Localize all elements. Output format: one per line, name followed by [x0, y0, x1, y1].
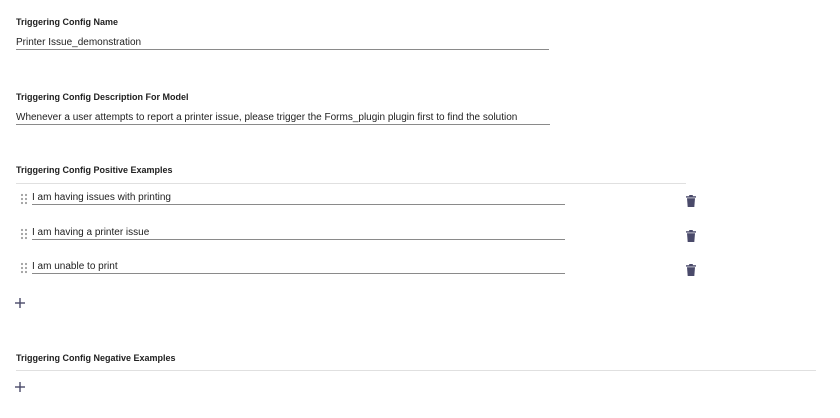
config-description-label: Triggering Config Description For Model	[16, 92, 189, 102]
trash-icon	[686, 230, 696, 242]
config-description-field[interactable]	[16, 107, 550, 126]
positive-example-field[interactable]	[32, 222, 565, 241]
config-name-label: Triggering Config Name	[16, 17, 119, 27]
negative-examples-label: Triggering Config Negative Examples	[16, 353, 176, 363]
drag-handle-icon[interactable]	[20, 228, 28, 240]
config-name-input[interactable]	[16, 35, 549, 51]
positive-example-input[interactable]	[32, 259, 565, 275]
positive-example-field[interactable]	[32, 256, 565, 275]
plus-icon	[15, 298, 25, 308]
trash-icon	[686, 264, 696, 276]
positive-example-field[interactable]	[32, 187, 565, 206]
drag-handle-icon[interactable]	[20, 193, 28, 205]
delete-example-button[interactable]	[684, 262, 698, 278]
delete-example-button[interactable]	[684, 193, 698, 209]
add-negative-example-button[interactable]	[13, 380, 27, 394]
negative-examples-divider	[16, 370, 816, 371]
add-positive-example-button[interactable]	[13, 296, 27, 310]
positive-examples-label: Triggering Config Positive Examples	[16, 165, 173, 175]
positive-example-input[interactable]	[32, 190, 565, 206]
plus-icon	[15, 382, 25, 392]
positive-examples-divider	[16, 183, 686, 184]
config-name-field[interactable]	[16, 32, 549, 51]
trash-icon	[686, 195, 696, 207]
delete-example-button[interactable]	[684, 228, 698, 244]
drag-handle-icon[interactable]	[20, 262, 28, 274]
positive-example-input[interactable]	[32, 225, 565, 241]
config-description-input[interactable]	[16, 110, 550, 126]
